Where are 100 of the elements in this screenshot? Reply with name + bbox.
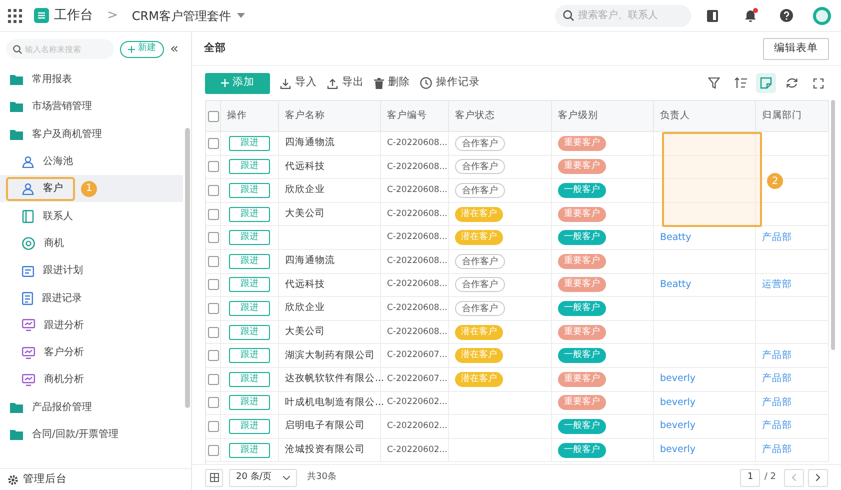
folder-icon	[10, 74, 23, 86]
row-checkbox[interactable]	[208, 256, 218, 267]
row-checkbox[interactable]	[208, 232, 218, 244]
bell-icon[interactable]	[745, 10, 756, 22]
customer-name: 湖滨大制药有限公司	[285, 348, 375, 363]
export-icon	[327, 78, 338, 88]
toolbar-button[interactable]: 操作记录	[420, 75, 480, 91]
level-tag: 重要客户	[558, 159, 606, 174]
row-checkbox[interactable]	[208, 161, 218, 172]
level-tag: 一般客户	[558, 230, 606, 246]
plus-icon	[128, 46, 135, 52]
sidebar-item[interactable]: 跟进记录	[6, 286, 94, 310]
fullscreen-icon[interactable]	[812, 78, 824, 88]
column-header[interactable]: 负责人	[654, 101, 756, 131]
row-checkbox[interactable]	[208, 302, 218, 314]
caret-icon	[236, 13, 245, 18]
sidebar-item[interactable]: 市场营销管理	[0, 94, 104, 119]
admin-link[interactable]: 管理后台	[23, 472, 67, 488]
folder-icon	[10, 101, 23, 112]
column-settings-button[interactable]	[205, 468, 223, 486]
target-icon	[22, 236, 35, 250]
scrollbar[interactable]	[184, 128, 190, 408]
note-icon[interactable]	[760, 77, 772, 89]
page-size-select[interactable]: 20 条/页	[229, 468, 297, 486]
row-checkbox[interactable]	[208, 374, 218, 385]
row-checkbox[interactable]	[208, 420, 218, 432]
customer-name: 欣欣企业	[285, 183, 325, 198]
customer-code: C-20220608...	[387, 136, 448, 150]
customer-name: 沧城投资有限公司	[285, 442, 365, 457]
row-checkbox[interactable]	[208, 444, 218, 456]
customer-code: C-20220602...	[387, 444, 448, 456]
folder-icon	[10, 429, 23, 440]
sidebar-item[interactable]: 商机分析	[6, 368, 96, 392]
app-switcher[interactable]: CRM客户管理套件	[132, 6, 245, 24]
status-tag: 合作客户	[455, 136, 505, 151]
column-header[interactable]: 客户级别	[552, 101, 654, 131]
edit-form-button[interactable]: 编辑表单	[763, 38, 829, 60]
level-tag: 重要客户	[558, 324, 606, 340]
sidebar-item[interactable]: 联系人	[6, 204, 85, 228]
document-icon	[22, 292, 33, 305]
sidebar-item[interactable]: 客户及商机管理	[0, 122, 114, 146]
contact-card-icon	[22, 210, 34, 223]
collapse-sidebar-button[interactable]: «	[170, 42, 179, 56]
customer-code: C-20220608...	[387, 326, 448, 338]
level-tag: 一般客户	[558, 182, 606, 198]
sidebar-item[interactable]: 产品报价管理	[0, 395, 104, 420]
sort-icon[interactable]	[734, 77, 746, 89]
search-icon	[563, 10, 574, 21]
column-header[interactable]: 操作	[221, 101, 279, 131]
customer-name: 代远科技	[285, 278, 325, 292]
column-header[interactable]: 客户名称	[279, 101, 381, 131]
sidebar-item[interactable]: 客户	[6, 176, 75, 201]
sidebar-item[interactable]: 常用报表	[0, 68, 84, 92]
view-title: 全部	[204, 40, 226, 56]
row-checkbox[interactable]	[208, 184, 218, 196]
toolbar-button[interactable]: 导入	[280, 75, 317, 91]
folder-icon	[10, 128, 23, 140]
customer-code: C-20220602...	[387, 420, 448, 433]
home-link[interactable]: 工作台	[54, 6, 93, 26]
row-checkbox[interactable]	[208, 208, 218, 220]
apps-grid-icon[interactable]	[8, 8, 22, 22]
customer-name: 欣欣企业	[285, 301, 325, 316]
sidebar-item[interactable]: 公海池	[6, 150, 85, 174]
row-checkbox[interactable]	[208, 326, 218, 338]
column-header[interactable]: 归属部门	[756, 101, 829, 131]
total-count: 共30条	[307, 470, 336, 484]
page-input[interactable]: 1	[740, 468, 760, 486]
sidebar-search-field[interactable]: 输入名称来搜索	[6, 39, 114, 59]
avatar[interactable]	[813, 6, 831, 24]
toolbar-button[interactable]: 导出	[327, 75, 364, 91]
sidebar-item[interactable]: 商机	[6, 231, 76, 256]
person-icon	[22, 182, 34, 195]
level-tag: 重要客户	[558, 136, 606, 151]
column-header[interactable]: 客户编号	[381, 101, 449, 131]
plus-icon	[220, 79, 228, 87]
book-icon[interactable]	[707, 10, 718, 22]
toolbar-button[interactable]: 删除	[374, 75, 410, 91]
scrollbar[interactable]	[831, 100, 835, 350]
help-icon[interactable]	[780, 9, 793, 22]
row-checkbox[interactable]	[208, 350, 218, 362]
row-checkbox[interactable]	[208, 397, 218, 408]
customer-code: C-20220607...	[387, 349, 448, 362]
sidebar-item[interactable]: 跟进分析	[6, 313, 96, 338]
sidebar-item[interactable]: 跟进计划	[6, 258, 95, 283]
row-checkbox[interactable]	[208, 279, 218, 290]
filter-icon[interactable]	[708, 77, 720, 89]
customer-code: C-20220608...	[387, 302, 448, 315]
row-checkbox[interactable]	[208, 138, 218, 149]
sidebar-item[interactable]: 合同/回款/开票管理	[0, 422, 131, 446]
column-header[interactable]: 客户状态	[449, 101, 552, 131]
refresh-icon[interactable]	[786, 77, 798, 89]
search-field[interactable]: 搜索客户、联系人	[555, 4, 691, 26]
next-page-button[interactable]	[808, 468, 828, 486]
status-tag: 潜在客户	[455, 324, 503, 340]
sidebar-item[interactable]: 客户分析	[6, 340, 96, 365]
logo-icon	[34, 8, 49, 23]
status-tag: 合作客户	[455, 277, 505, 292]
select-all-checkbox[interactable]	[208, 110, 218, 122]
customer-code: C-20220602...	[387, 396, 448, 410]
level-tag: 一般客户	[558, 418, 606, 434]
